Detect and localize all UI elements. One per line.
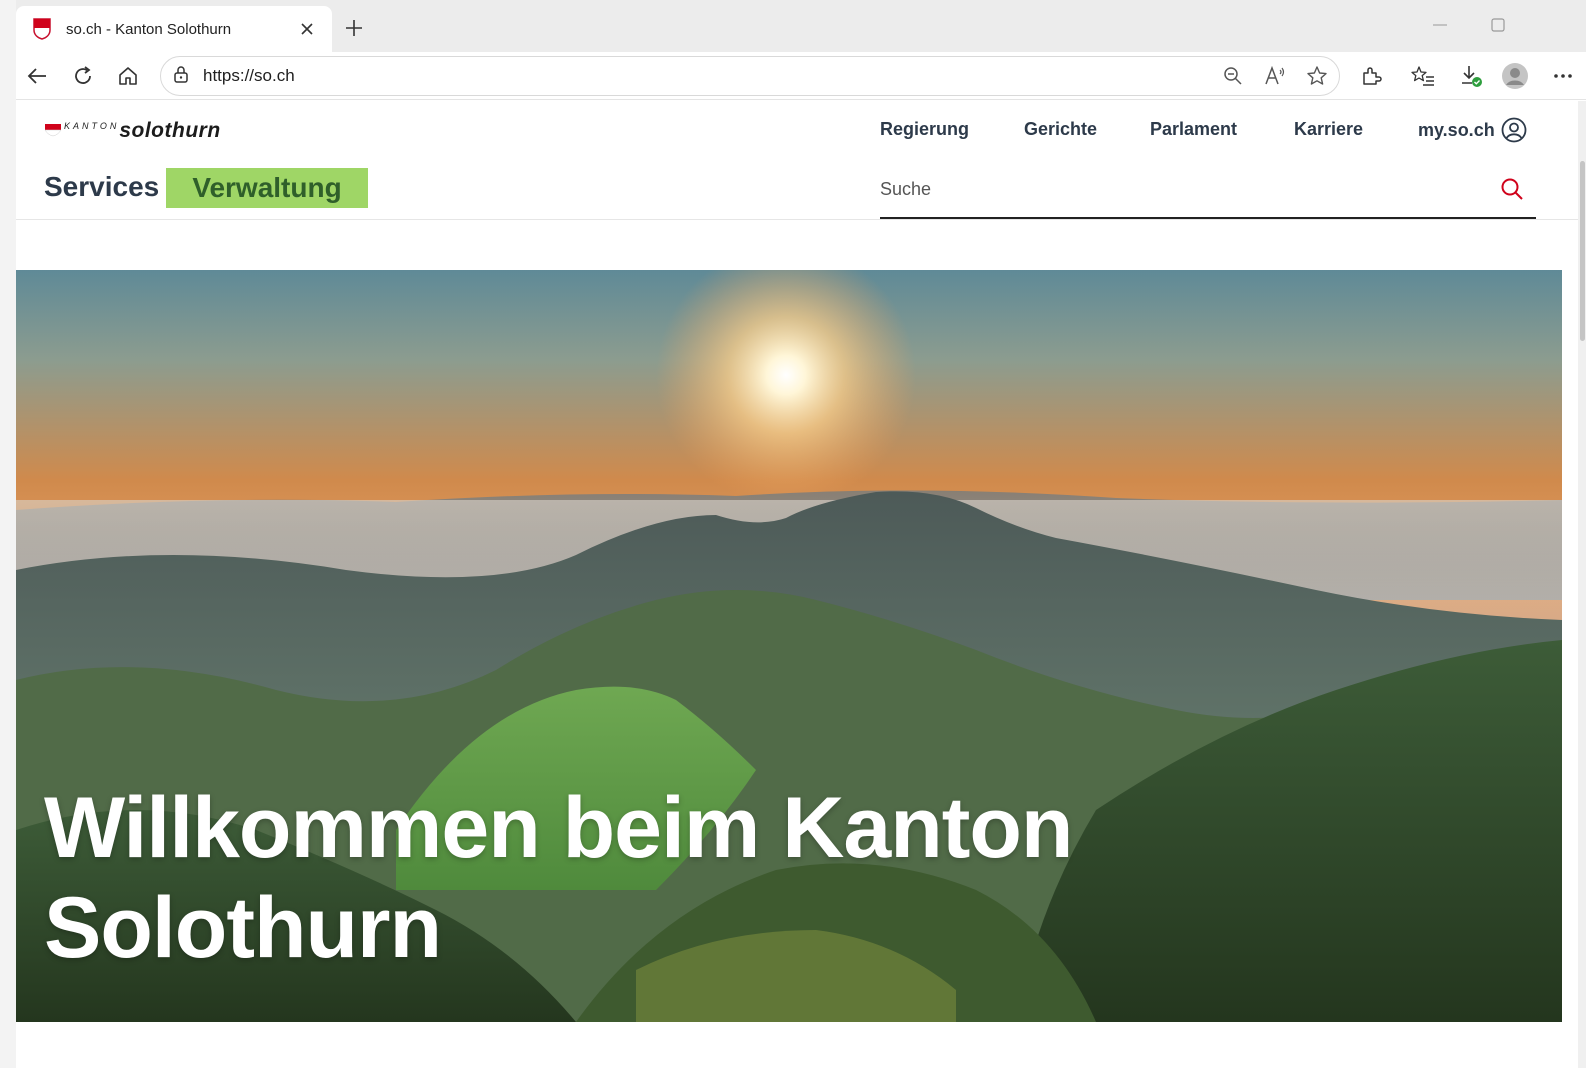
reload-icon[interactable] [66, 60, 100, 92]
browser-window: so.ch - Kanton Solothurn https://so.ch K… [16, 0, 1586, 1068]
scrollbar-thumb[interactable] [1580, 161, 1585, 341]
nav-karriere[interactable]: Karriere [1294, 119, 1363, 140]
plus-icon[interactable] [338, 12, 370, 44]
tab-title: so.ch - Kanton Solothurn [66, 20, 232, 38]
hero-banner: Willkommen beim Kanton Solothurn [16, 270, 1562, 1022]
nav-myso[interactable]: my.so.ch [1418, 117, 1527, 143]
address-bar[interactable]: https://so.ch [160, 56, 1340, 96]
active-tab[interactable]: so.ch - Kanton Solothurn [16, 6, 332, 52]
nav-gerichte[interactable]: Gerichte [1024, 119, 1097, 140]
web-page: KANTON solothurn Regierung Gerichte Parl… [16, 101, 1586, 1068]
profile-avatar-icon[interactable] [1498, 60, 1532, 92]
header-divider [16, 219, 1586, 220]
extensions-icon[interactable] [1354, 60, 1388, 92]
zoom-out-icon[interactable] [1217, 61, 1249, 91]
page-scrollbar[interactable] [1578, 101, 1586, 1068]
hero-title-line2: Solothurn [44, 880, 442, 976]
minimize-icon[interactable] [1420, 10, 1460, 40]
downloads-icon[interactable] [1454, 60, 1488, 92]
more-icon[interactable] [1546, 60, 1580, 92]
nav-parlament[interactable]: Parlament [1150, 119, 1237, 140]
tab-services[interactable]: Services [44, 171, 159, 203]
favorites-list-icon[interactable] [1406, 60, 1440, 92]
search-icon[interactable] [1496, 173, 1528, 205]
maximize-icon[interactable] [1478, 10, 1518, 40]
hero-title: Willkommen beim Kanton Solothurn [44, 778, 1344, 978]
url-text[interactable]: https://so.ch [203, 66, 295, 86]
logo-prefix: KANTON [64, 121, 120, 131]
browser-toolbar: https://so.ch [16, 52, 1586, 100]
search-box [880, 167, 1536, 219]
logo-name: solothurn [119, 119, 221, 142]
close-icon[interactable] [296, 18, 318, 40]
favorite-star-icon[interactable] [1301, 61, 1333, 91]
home-icon[interactable] [111, 60, 145, 92]
tab-strip: so.ch - Kanton Solothurn [16, 0, 1586, 52]
user-circle-icon [1501, 117, 1527, 143]
myso-label: my.so.ch [1418, 119, 1495, 140]
back-icon[interactable] [20, 60, 54, 92]
tab-verwaltung[interactable]: Verwaltung [166, 168, 368, 208]
tab-favicon-icon [32, 18, 52, 40]
flag-icon [44, 123, 62, 137]
lock-icon[interactable] [173, 65, 189, 88]
nav-regierung[interactable]: Regierung [880, 119, 969, 140]
search-input[interactable] [880, 173, 1480, 205]
site-logo[interactable]: KANTON solothurn [44, 117, 221, 143]
hero-title-line1: Willkommen beim Kanton [44, 780, 1073, 876]
read-aloud-icon[interactable] [1259, 61, 1291, 91]
